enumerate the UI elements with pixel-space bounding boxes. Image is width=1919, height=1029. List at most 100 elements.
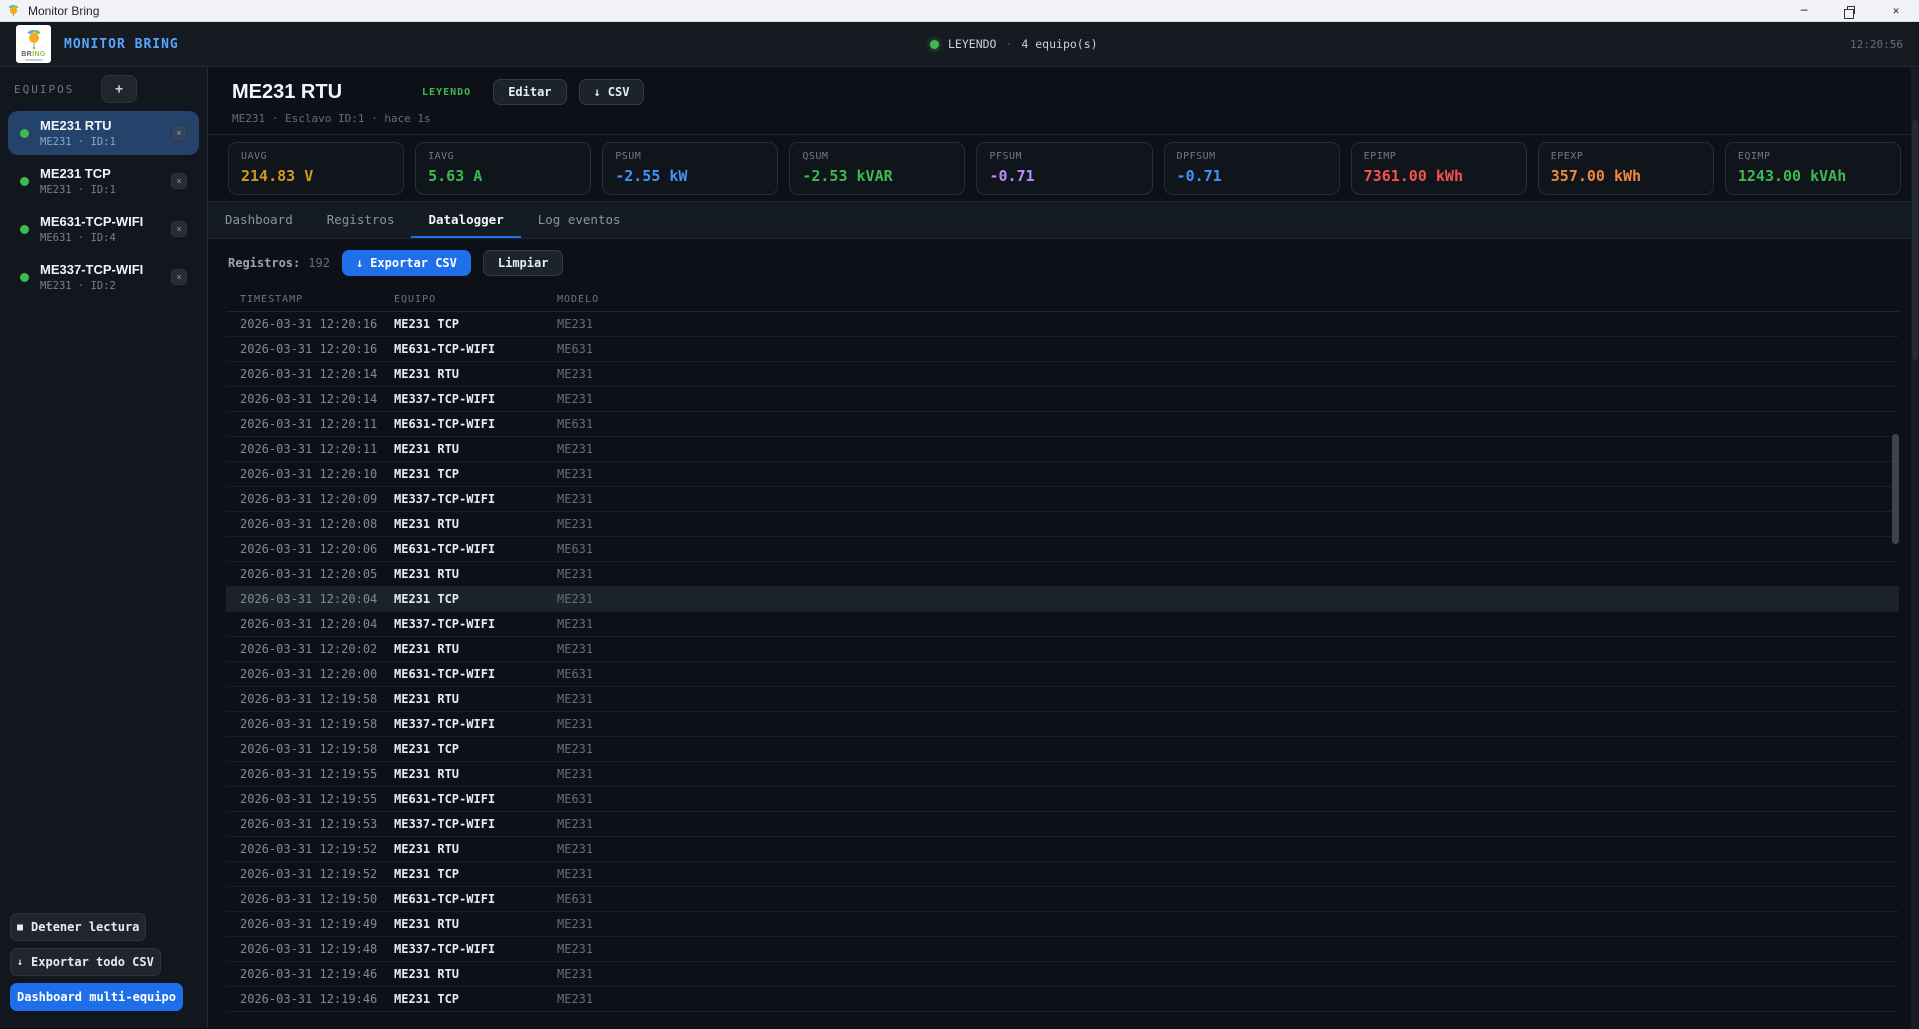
metric-card: EQIMP 1243.00 kVAh bbox=[1724, 142, 1901, 195]
cell-modelo: ME231 bbox=[557, 867, 594, 881]
cell-timestamp: 2026-03-31 12:19:52 bbox=[240, 842, 378, 856]
clear-button[interactable]: Limpiar bbox=[482, 250, 564, 276]
cell-timestamp: 2026-03-31 12:19:46 bbox=[240, 967, 378, 981]
remove-device-button[interactable]: × bbox=[171, 221, 187, 237]
status-label: LEYENDO bbox=[948, 37, 997, 51]
page-scrollbar-thumb[interactable] bbox=[1912, 120, 1918, 360]
cell-timestamp: 2026-03-31 12:20:04 bbox=[240, 617, 378, 631]
table-row[interactable]: 2026-03-31 12:20:11 ME231 RTU ME231 bbox=[226, 437, 1899, 462]
cell-modelo: ME231 bbox=[557, 467, 594, 481]
cell-equipo: ME231 TCP bbox=[394, 867, 460, 881]
table-row[interactable]: 2026-03-31 12:19:52 ME231 RTU ME231 bbox=[226, 837, 1899, 862]
metric-card: PFSUM -0.71 bbox=[976, 142, 1153, 195]
add-device-button[interactable]: + bbox=[101, 75, 137, 103]
table-row[interactable]: 2026-03-31 12:19:55 ME631-TCP-WIFI ME631 bbox=[226, 787, 1899, 812]
metric-card-value: 1243.00 kVAh bbox=[1737, 167, 1847, 185]
table-row[interactable]: 2026-03-31 12:20:11 ME631-TCP-WIFI ME631 bbox=[226, 412, 1899, 437]
sidebar-item[interactable]: ME631-TCP-WIFI ME631 · ID:4 × bbox=[8, 207, 199, 251]
cell-modelo: ME631 bbox=[557, 892, 594, 906]
cell-modelo: ME231 bbox=[557, 742, 594, 756]
table-row[interactable]: 2026-03-31 12:20:10 ME231 TCP ME231 bbox=[226, 462, 1899, 487]
cell-modelo: ME231 bbox=[557, 767, 594, 781]
page-scrollbar[interactable] bbox=[1911, 68, 1919, 1029]
sidebar-item[interactable]: ME337-TCP-WIFI ME231 · ID:2 × bbox=[8, 255, 199, 299]
window-controls: ─ ✕ bbox=[1781, 0, 1919, 21]
device-count: 4 equipo(s) bbox=[1021, 37, 1098, 51]
tab-dashboard[interactable]: Dashboard bbox=[208, 202, 310, 238]
remove-icon: × bbox=[176, 271, 182, 282]
export-all-csv-button[interactable]: ↓ Exportar todo CSV bbox=[10, 948, 161, 976]
cell-equipo: ME337-TCP-WIFI bbox=[394, 492, 496, 506]
table-row[interactable]: 2026-03-31 12:20:05 ME231 RTU ME231 bbox=[226, 562, 1899, 587]
tab-datalogger[interactable]: Datalogger bbox=[411, 202, 521, 238]
device-csv-button[interactable]: ↓ CSV bbox=[578, 79, 645, 105]
stop-reading-button[interactable]: ■ Detener lectura bbox=[10, 913, 147, 941]
table-row[interactable]: 2026-03-31 12:20:16 ME631-TCP-WIFI ME631 bbox=[226, 337, 1899, 362]
remove-device-button[interactable]: × bbox=[171, 173, 187, 189]
cell-modelo: ME631 bbox=[557, 792, 594, 806]
cell-equipo: ME231 TCP bbox=[394, 317, 460, 331]
metric-card: UAVG 214.83 V bbox=[228, 142, 405, 195]
table-row[interactable]: 2026-03-31 12:19:50 ME631-TCP-WIFI ME631 bbox=[226, 887, 1899, 912]
tab-registros[interactable]: Registros bbox=[310, 202, 412, 238]
device-item-text: ME231 TCP ME231 · ID:1 bbox=[40, 166, 116, 196]
table-row[interactable]: 2026-03-31 12:19:52 ME231 TCP ME231 bbox=[226, 862, 1899, 887]
export-csv-button[interactable]: ↓ Exportar CSV bbox=[341, 250, 471, 276]
table-row[interactable]: 2026-03-31 12:20:06 ME631-TCP-WIFI ME631 bbox=[226, 537, 1899, 562]
status-separator: · bbox=[1005, 37, 1013, 51]
table-row[interactable]: 2026-03-31 12:20:02 ME231 RTU ME231 bbox=[226, 637, 1899, 662]
table-row[interactable]: 2026-03-31 12:19:58 ME337-TCP-WIFI ME231 bbox=[226, 712, 1899, 737]
metric-card-label: EQIMP bbox=[1737, 151, 1771, 162]
sidebar-item[interactable]: ME231 RTU ME231 · ID:1 × bbox=[8, 111, 199, 155]
table-row[interactable]: 2026-03-31 12:20:00 ME631-TCP-WIFI ME631 bbox=[226, 662, 1899, 687]
cell-timestamp: 2026-03-31 12:19:50 bbox=[240, 892, 378, 906]
window-close-button[interactable]: ✕ bbox=[1873, 0, 1919, 21]
table-row[interactable]: 2026-03-31 12:19:46 ME231 TCP ME231 bbox=[226, 987, 1899, 1012]
cell-modelo: ME631 bbox=[557, 342, 594, 356]
metric-card: EPEXP 357.00 kWh bbox=[1537, 142, 1714, 195]
csv-button-label: CSV bbox=[607, 85, 630, 99]
cell-timestamp: 2026-03-31 12:20:06 bbox=[240, 542, 378, 556]
device-status-dot-icon bbox=[20, 224, 29, 234]
remove-device-button[interactable]: × bbox=[171, 269, 187, 285]
table-row[interactable]: 2026-03-31 12:20:16 ME231 TCP ME231 bbox=[226, 312, 1899, 337]
cell-equipo: ME631-TCP-WIFI bbox=[394, 542, 496, 556]
device-item-text: ME337-TCP-WIFI ME231 · ID:2 bbox=[40, 262, 143, 292]
sidebar-item[interactable]: ME231 TCP ME231 · ID:1 × bbox=[8, 159, 199, 203]
device-item-meta: ME231 · ID:1 bbox=[40, 136, 116, 149]
table-scrollbar-thumb[interactable] bbox=[1892, 434, 1899, 544]
table-row[interactable]: 2026-03-31 12:20:04 ME337-TCP-WIFI ME231 bbox=[226, 612, 1899, 637]
table-row[interactable]: 2026-03-31 12:19:46 ME231 RTU ME231 bbox=[226, 962, 1899, 987]
metric-card-label: EPEXP bbox=[1550, 151, 1584, 162]
metric-card-label: PSUM bbox=[615, 151, 642, 162]
cell-equipo: ME337-TCP-WIFI bbox=[394, 617, 496, 631]
table-row[interactable]: 2026-03-31 12:19:48 ME337-TCP-WIFI ME231 bbox=[226, 937, 1899, 962]
remove-icon: × bbox=[176, 223, 182, 234]
multi-device-dashboard-button[interactable]: Dashboard multi-equipo bbox=[10, 983, 183, 1011]
table-row[interactable]: 2026-03-31 12:20:04 ME231 TCP ME231 bbox=[226, 587, 1899, 612]
table-row[interactable]: 2026-03-31 12:19:58 ME231 TCP ME231 bbox=[226, 737, 1899, 762]
column-header: TIMESTAMP bbox=[240, 294, 304, 305]
tab-log-eventos[interactable]: Log eventos bbox=[521, 202, 638, 238]
table-body: 2026-03-31 12:20:16 ME231 TCP ME231 2026-03… bbox=[226, 312, 1899, 1012]
cell-equipo: ME337-TCP-WIFI bbox=[394, 392, 496, 406]
cell-timestamp: 2026-03-31 12:20:09 bbox=[240, 492, 378, 506]
table-row[interactable]: 2026-03-31 12:20:08 ME231 RTU ME231 bbox=[226, 512, 1899, 537]
table-row[interactable]: 2026-03-31 12:20:14 ME231 RTU ME231 bbox=[226, 362, 1899, 387]
cell-timestamp: 2026-03-31 12:19:52 bbox=[240, 867, 378, 881]
metric-card-label: UAVG bbox=[241, 151, 268, 162]
table-row[interactable]: 2026-03-31 12:19:58 ME231 RTU ME231 bbox=[226, 687, 1899, 712]
balloon-icon bbox=[27, 29, 40, 49]
table-row[interactable]: 2026-03-31 12:19:49 ME231 RTU ME231 bbox=[226, 912, 1899, 937]
cell-timestamp: 2026-03-31 12:20:11 bbox=[240, 442, 378, 456]
table-row[interactable]: 2026-03-31 12:20:09 ME337-TCP-WIFI ME231 bbox=[226, 487, 1899, 512]
edit-device-button[interactable]: Editar bbox=[493, 79, 567, 105]
metric-card-value: -0.71 bbox=[1176, 167, 1222, 185]
table-row[interactable]: 2026-03-31 12:19:53 ME337-TCP-WIFI ME231 bbox=[226, 812, 1899, 837]
device-header: ME231 RTU LEYENDO Editar ↓ CSV ME231 · E… bbox=[208, 67, 1919, 135]
window-minimize-button[interactable]: ─ bbox=[1781, 0, 1827, 21]
table-row[interactable]: 2026-03-31 12:20:14 ME337-TCP-WIFI ME231 bbox=[226, 387, 1899, 412]
window-restore-button[interactable] bbox=[1827, 0, 1873, 21]
table-row[interactable]: 2026-03-31 12:19:55 ME231 RTU ME231 bbox=[226, 762, 1899, 787]
remove-device-button[interactable]: × bbox=[171, 125, 187, 141]
